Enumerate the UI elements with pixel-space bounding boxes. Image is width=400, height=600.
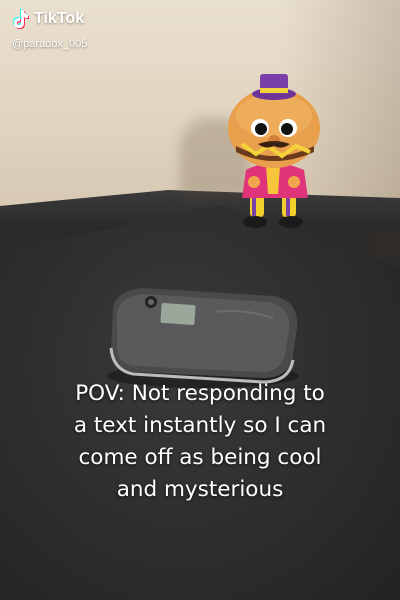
- caption-line: come off as being cool: [78, 445, 322, 470]
- tiktok-logo-icon: [13, 9, 29, 29]
- caption-line: and mysterious: [116, 477, 284, 502]
- mayor-mccheese-figure: [228, 74, 320, 228]
- caption-line: a text instantly so I can: [73, 413, 327, 438]
- tiktok-brand: TikTok: [10, 8, 84, 30]
- creator-username[interactable]: @paradox_005: [12, 38, 87, 50]
- flip-phone: [107, 288, 299, 388]
- video-frame[interactable]: [0, 0, 400, 600]
- caption-line: POV: Not responding to: [75, 381, 325, 406]
- video-caption: POV: Not responding to a text instantly …: [20, 378, 380, 506]
- app-name: TikTok: [34, 10, 85, 27]
